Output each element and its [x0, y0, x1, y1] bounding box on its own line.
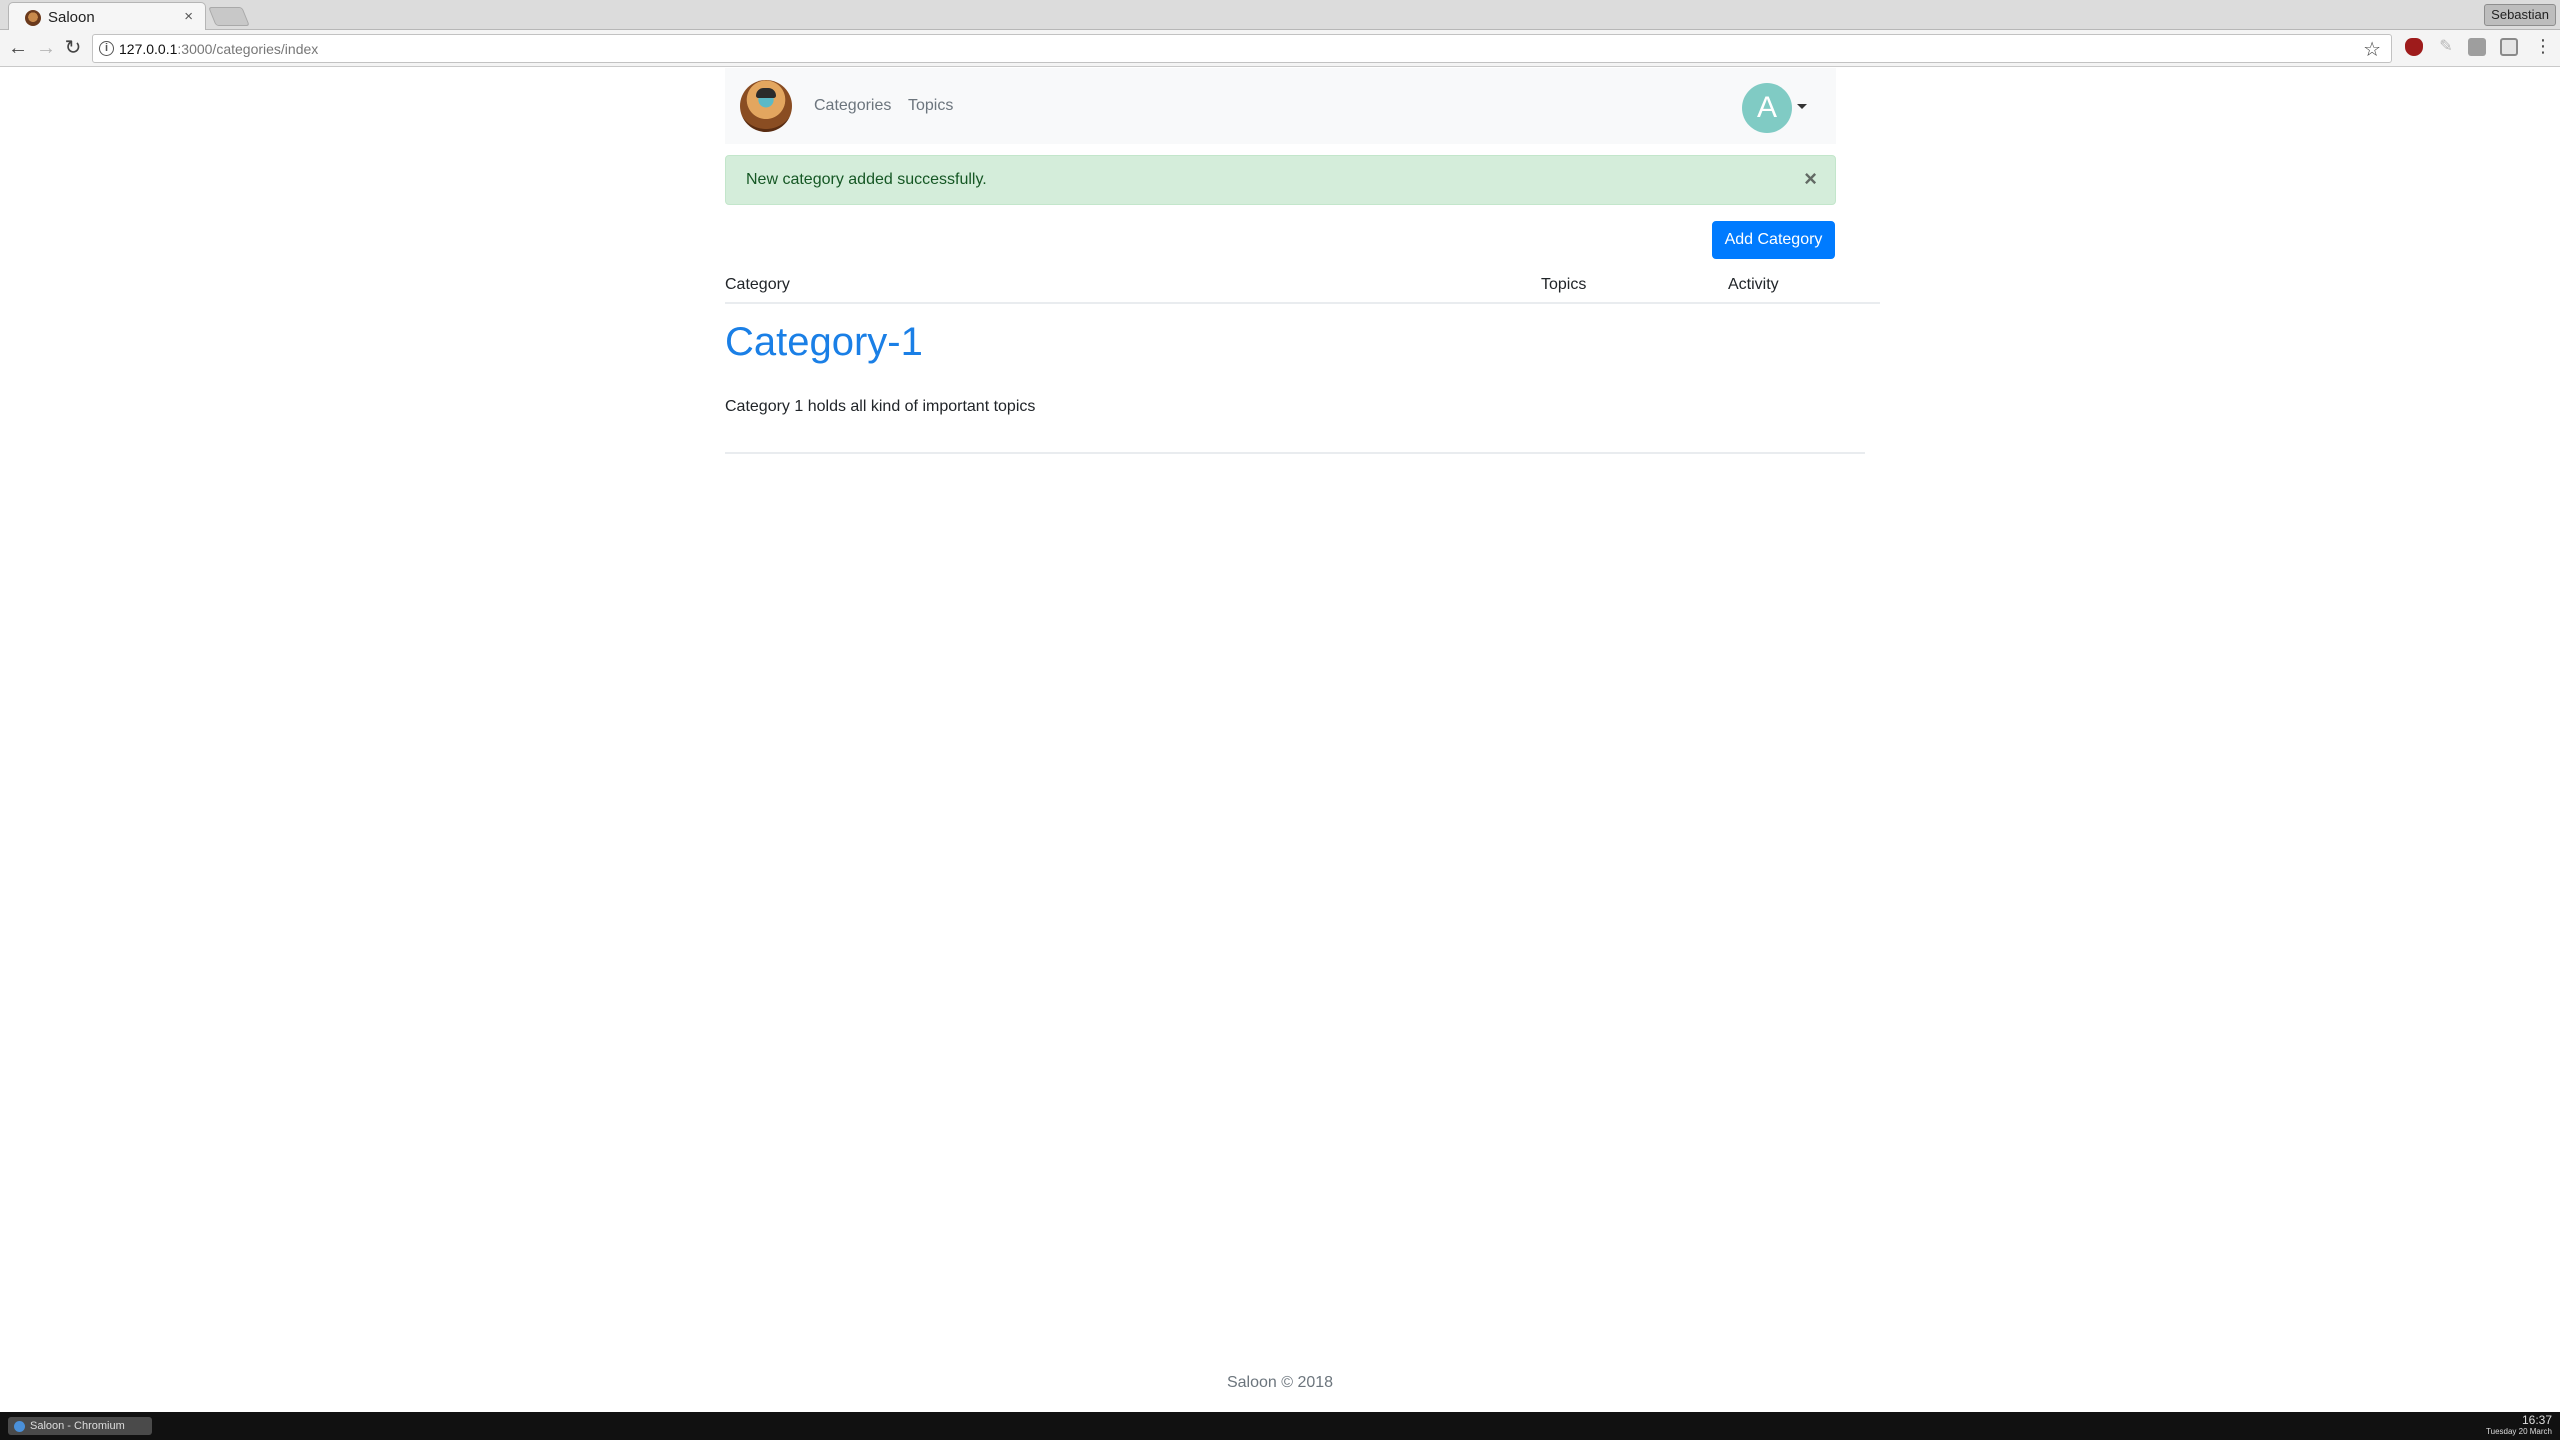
close-icon[interactable]: × — [1804, 168, 1817, 190]
extension-box-icon[interactable] — [2500, 38, 2518, 56]
top-navbar: Categories Topics A — [725, 68, 1836, 144]
extension-icon[interactable] — [2468, 38, 2486, 56]
user-avatar[interactable]: A — [1742, 83, 1792, 133]
url-path: :3000/categories/index — [177, 41, 319, 57]
address-bar[interactable]: i 127.0.0.1:3000/categories/index ☆ — [92, 34, 2392, 63]
reload-icon[interactable]: ↻ — [61, 36, 85, 60]
profile-button[interactable]: Sebastian — [2484, 4, 2556, 26]
url-text[interactable]: 127.0.0.1:3000/categories/index — [119, 41, 318, 57]
tab-title: Saloon — [48, 9, 95, 26]
site-info-icon[interactable]: i — [99, 41, 114, 56]
browser-toolbar: ← → ↻ i 127.0.0.1:3000/categories/index … — [0, 30, 2560, 67]
browser-menu-icon[interactable]: ⋮ — [2534, 36, 2552, 57]
browser-tab[interactable]: Saloon × — [8, 2, 206, 30]
clock-time: 16:37 — [2521, 1413, 2552, 1427]
table-row: Category-1 Category 1 holds all kind of … — [725, 304, 1865, 454]
feather-extension-icon[interactable]: ✎ — [2437, 38, 2455, 56]
column-header-category: Category — [725, 276, 790, 293]
success-alert: New category added successfully. × — [725, 155, 1836, 205]
forward-arrow-icon[interactable]: → — [34, 36, 58, 60]
ublock-extension-icon[interactable] — [2405, 38, 2423, 56]
nav-link-topics[interactable]: Topics — [908, 97, 953, 115]
taskbar-window-button[interactable]: Saloon - Chromium — [8, 1417, 152, 1435]
saloon-favicon-icon — [25, 10, 41, 26]
add-category-button[interactable]: Add Category — [1712, 221, 1835, 259]
new-tab-button[interactable] — [208, 7, 250, 26]
column-header-activity: Activity — [1728, 276, 1779, 293]
saloon-logo[interactable] — [740, 80, 792, 132]
chromium-icon — [14, 1421, 25, 1432]
bookmark-star-icon[interactable]: ☆ — [2363, 37, 2381, 62]
page-footer: Saloon © 2018 — [1226, 1374, 1334, 1391]
column-header-topics: Topics — [1541, 276, 1587, 293]
alert-message: New category added successfully. — [746, 171, 987, 188]
os-taskbar: Saloon - Chromium 16:37 Tuesday 20 March — [0, 1412, 2560, 1440]
category-description: Category 1 holds all kind of important t… — [725, 398, 1036, 415]
nav-link-categories[interactable]: Categories — [814, 97, 891, 115]
tab-close-icon[interactable]: × — [184, 8, 193, 25]
clock-date: Tuesday 20 March — [2486, 1427, 2552, 1436]
back-arrow-icon[interactable]: ← — [6, 36, 30, 60]
taskbar-clock[interactable]: 16:37 Tuesday 20 March — [2486, 1414, 2552, 1437]
category-title-link[interactable]: Category-1 — [725, 320, 923, 365]
url-host: 127.0.0.1 — [119, 41, 178, 57]
taskbar-window-title: Saloon - Chromium — [30, 1420, 125, 1432]
page-content: Categories Topics A New category added s… — [0, 68, 2560, 1412]
table-header: Category Topics Activity — [725, 266, 1880, 304]
browser-tabstrip: Saloon × Sebastian — [0, 0, 2560, 30]
caret-down-icon[interactable] — [1797, 104, 1807, 109]
